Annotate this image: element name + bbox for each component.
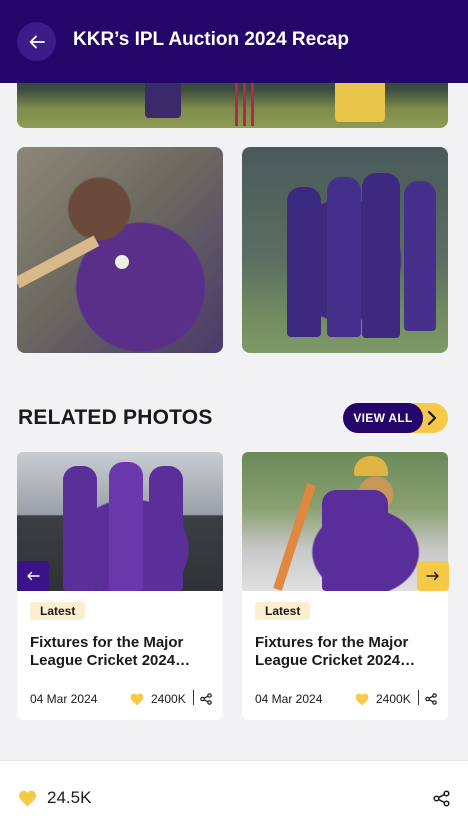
card-title[interactable]: Fixtures for the Major League Cricket 20… (255, 634, 441, 670)
page-title: KKR’s IPL Auction 2024 Recap (73, 29, 349, 50)
app-root: RELATED PHOTOS VIEW ALL Latest Fixtures … (0, 0, 468, 834)
bottom-action-bar: 24.5K (0, 760, 468, 834)
chevron-right-icon (427, 410, 437, 426)
heart-icon (130, 693, 144, 705)
card-divider (193, 690, 194, 705)
share-icon[interactable] (425, 693, 437, 705)
related-photos-title: RELATED PHOTOS (18, 406, 213, 429)
app-header: KKR’s IPL Auction 2024 Recap (0, 0, 468, 83)
gallery-photo-team-celebration[interactable] (242, 147, 448, 353)
like-button[interactable]: 24.5K (18, 788, 91, 808)
card-likes[interactable]: 2400K (355, 692, 411, 706)
view-all-label: VIEW ALL (343, 403, 423, 433)
card-date: 04 Mar 2024 (255, 692, 323, 706)
heart-icon (19, 790, 36, 806)
card-date: 04 Mar 2024 (30, 692, 98, 706)
share-icon[interactable] (200, 693, 212, 705)
like-count: 24.5K (47, 788, 92, 807)
heart-icon (355, 693, 369, 705)
card-title[interactable]: Fixtures for the Major League Cricket 20… (30, 634, 216, 670)
card-likes-count: 2400K (151, 692, 186, 706)
card-likes[interactable]: 2400K (130, 692, 186, 706)
card-likes-count: 2400K (376, 692, 411, 706)
gallery-photo-batsman[interactable] (17, 147, 223, 353)
back-arrow-icon (29, 35, 45, 48)
share-icon[interactable] (433, 790, 450, 807)
card-divider (418, 690, 419, 705)
latest-badge: Latest (255, 602, 311, 620)
arrow-right-icon (426, 571, 439, 581)
arrow-left-icon (27, 571, 40, 581)
back-button[interactable] (17, 22, 56, 61)
latest-badge: Latest (30, 602, 86, 620)
carousel-prev-button[interactable] (17, 561, 49, 591)
view-all-button[interactable]: VIEW ALL (343, 403, 448, 433)
carousel-next-button[interactable] (417, 561, 449, 591)
